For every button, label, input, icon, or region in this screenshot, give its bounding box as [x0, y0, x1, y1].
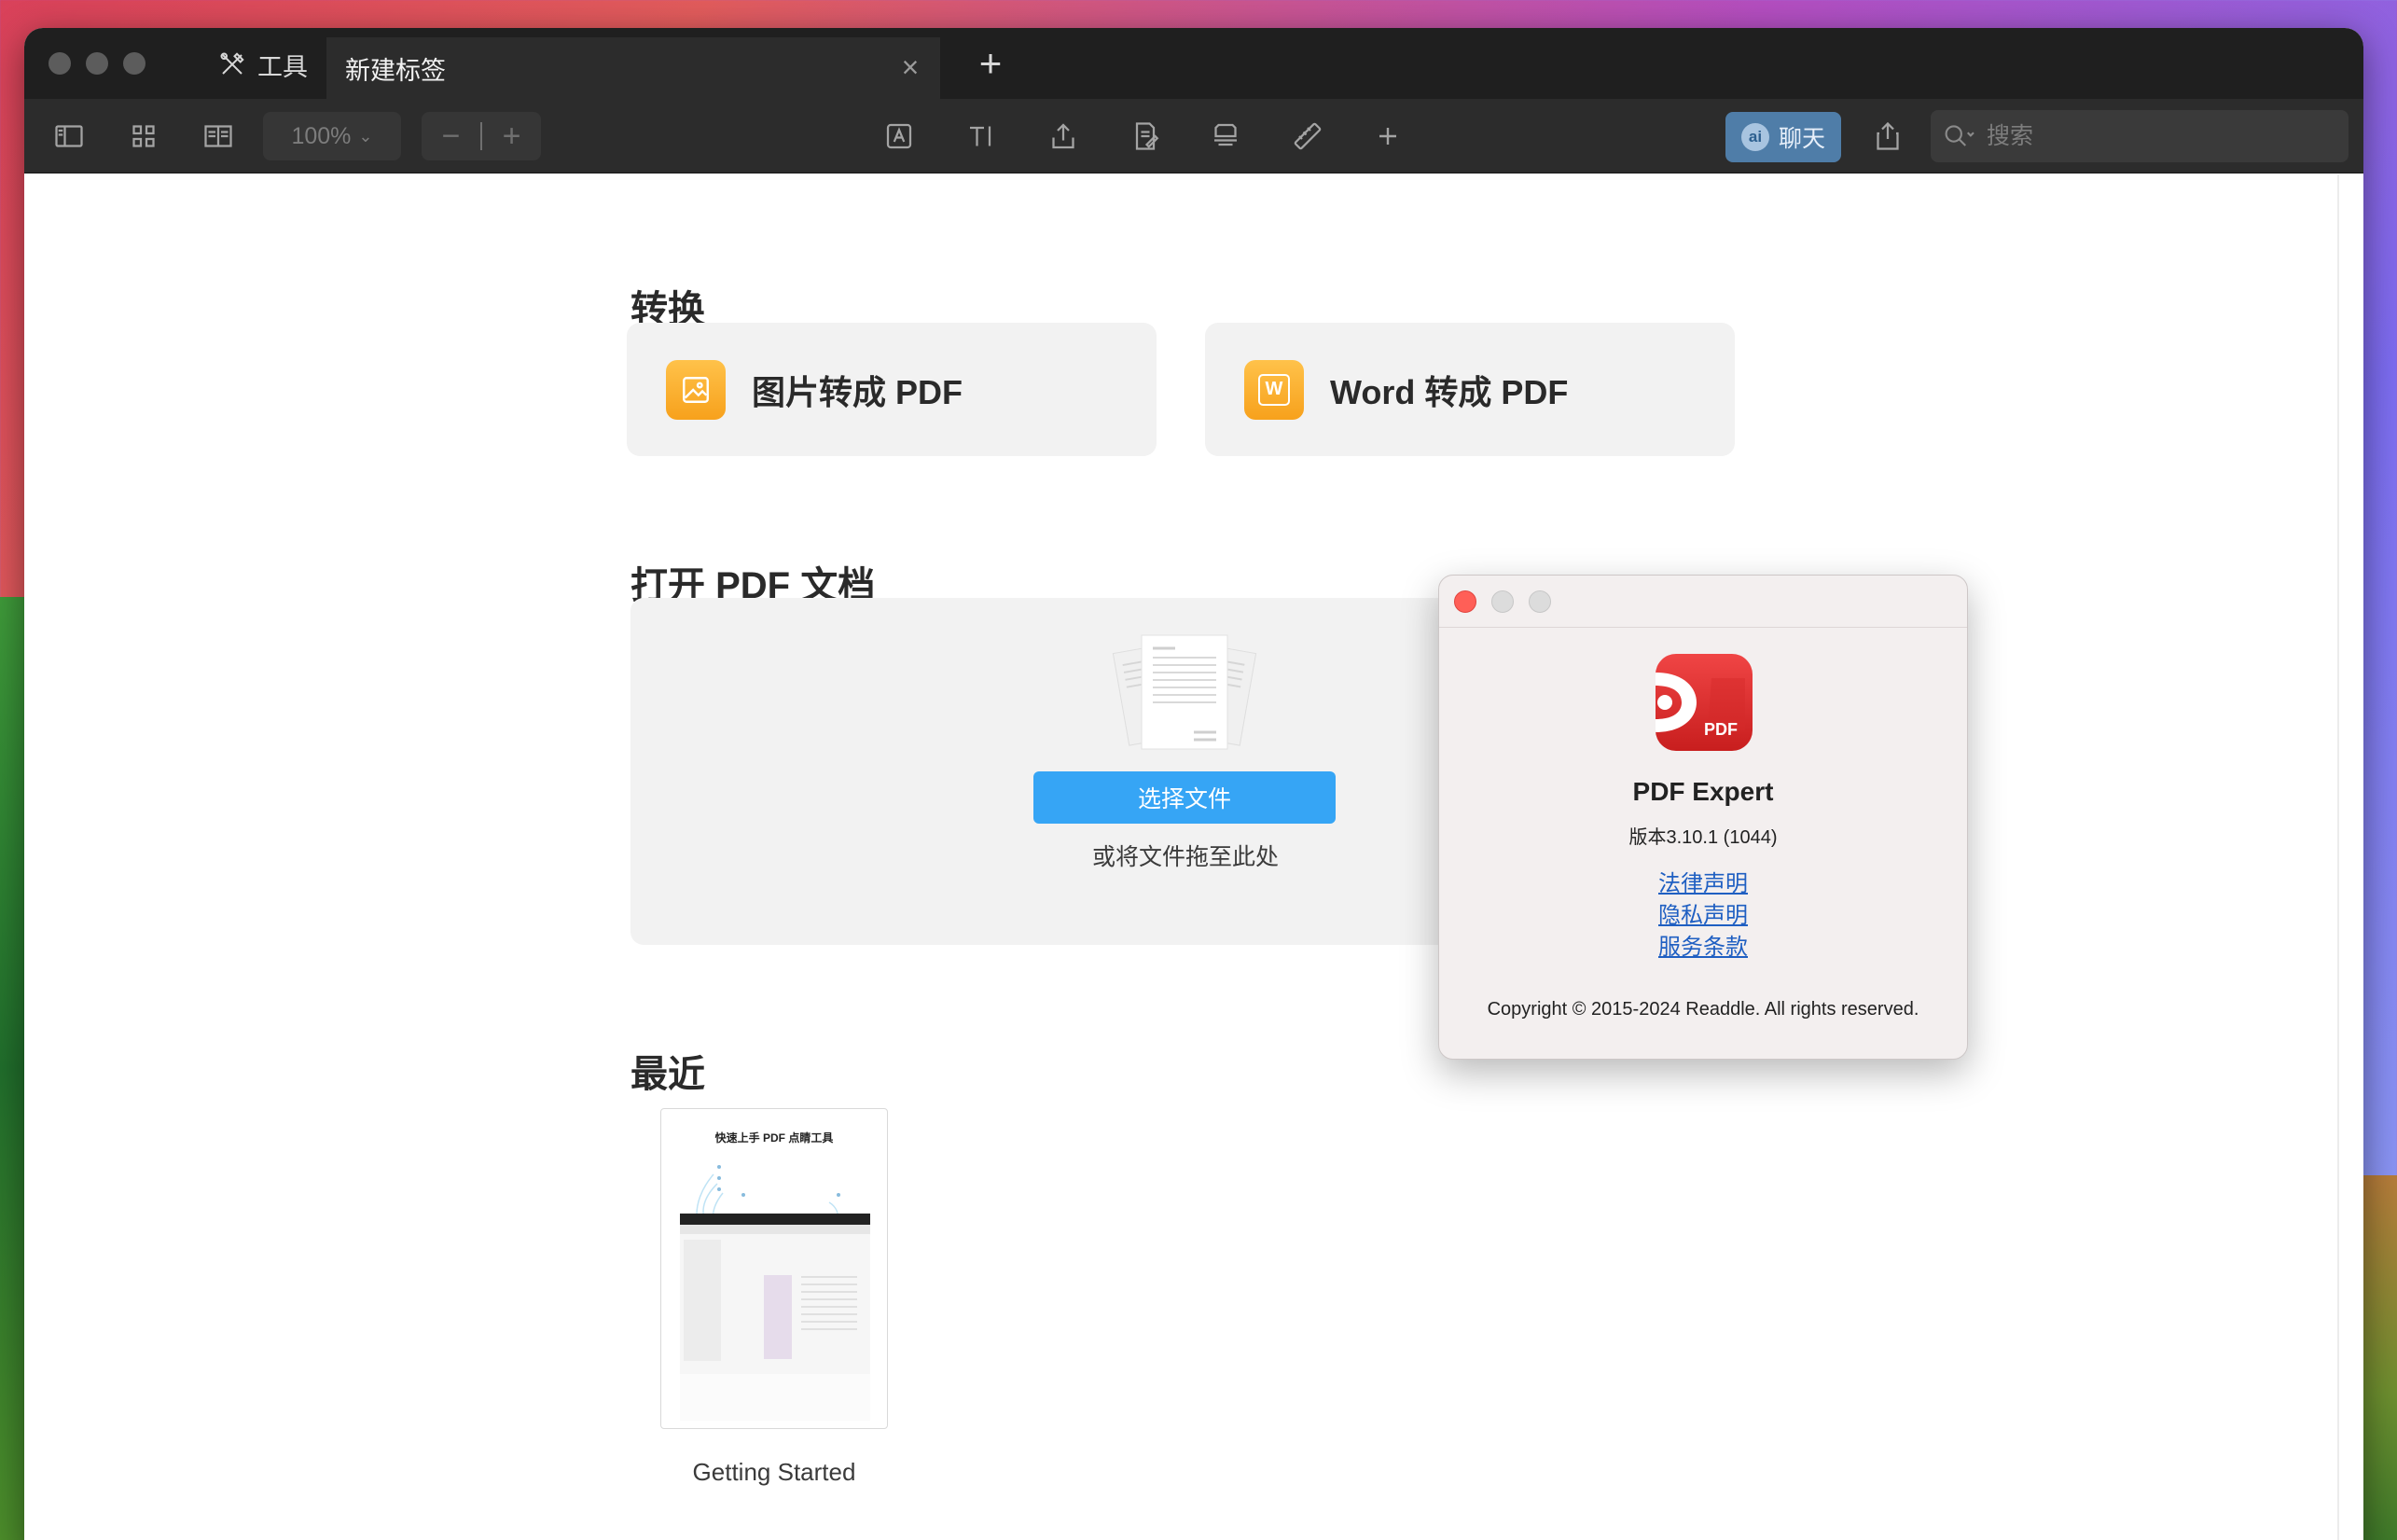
app-window: 工具 新建标签 × + 100% ⌄ − + ai 聊天 搜索 转换 图片转成 …	[24, 28, 2363, 1540]
close-window-button[interactable]	[48, 52, 71, 75]
recent-title: 最近	[630, 1054, 705, 1095]
tools-icon	[220, 52, 244, 75]
annotate-icon[interactable]	[1125, 118, 1166, 155]
zoom-in-button[interactable]: +	[482, 118, 541, 155]
ai-icon: ai	[1740, 123, 1769, 151]
ruler-icon[interactable]	[1287, 118, 1328, 155]
stamp-icon[interactable]	[1205, 118, 1246, 155]
zoom-stepper: − +	[422, 112, 541, 160]
image-to-pdf-card[interactable]: 图片转成 PDF	[627, 323, 1157, 456]
add-icon[interactable]	[1367, 118, 1408, 155]
search-field[interactable]	[1931, 110, 2349, 162]
recent-document-name[interactable]: Getting Started	[627, 1458, 921, 1487]
chevron-down-icon: ⌄	[358, 126, 373, 146]
about-version: 版本3.10.1 (1044)	[1628, 827, 1778, 848]
about-title-bar	[1439, 576, 1967, 628]
about-dialog: PDF PDF Expert 版本3.10.1 (1044) 法律声明 隐私声明…	[1438, 575, 1968, 1060]
about-copyright: Copyright © 2015-2024 Readdle. All right…	[1487, 999, 1919, 1020]
zoom-select[interactable]: 100% ⌄	[263, 112, 401, 160]
recent-document-thumbnail[interactable]: 快速上手 PDF 点睛工具	[660, 1108, 888, 1429]
text-cursor-icon[interactable]	[961, 118, 1002, 155]
word-icon: W	[1244, 359, 1304, 420]
window-controls	[48, 52, 145, 75]
thumbnail-preview	[680, 1165, 870, 1421]
text-box-icon[interactable]	[879, 118, 920, 155]
minimize-window-button[interactable]	[86, 52, 108, 75]
tab-tools[interactable]: 工具	[218, 41, 308, 88]
about-zoom-button	[1529, 590, 1551, 613]
toolbar: 100% ⌄ − + ai 聊天	[24, 99, 2363, 173]
legal-notice-link[interactable]: 法律声明	[1439, 865, 1967, 897]
drop-hint: 或将文件拖至此处	[1091, 844, 1279, 870]
about-close-button[interactable]	[1454, 590, 1476, 613]
zoom-value: 100%	[291, 122, 352, 149]
grid-icon[interactable]	[123, 118, 164, 155]
start-page: 转换 图片转成 PDF W Word 转成 PDF 打开 PDF 文档 选择文件…	[24, 174, 2363, 1540]
about-minimize-button	[1491, 590, 1514, 613]
sidebar-icon[interactable]	[48, 118, 90, 155]
title-bar: 工具 新建标签 × +	[24, 28, 2363, 99]
export-icon[interactable]	[1043, 118, 1084, 155]
word-icon-glyph: W	[1258, 373, 1290, 406]
close-tab-icon[interactable]: ×	[894, 50, 927, 84]
search-input[interactable]	[1987, 122, 2322, 150]
document-stack-icon	[1112, 634, 1257, 750]
image-icon	[666, 359, 726, 420]
privacy-link[interactable]: 隐私声明	[1439, 896, 1967, 929]
scrollbar[interactable]	[2337, 174, 2339, 1540]
zoom-out-button[interactable]: −	[422, 118, 480, 155]
image-to-pdf-label: 图片转成 PDF	[752, 372, 963, 411]
pdf-expert-logo: PDF	[1656, 654, 1753, 751]
tab-new[interactable]: 新建标签 ×	[326, 37, 940, 99]
terms-link[interactable]: 服务条款	[1439, 928, 1967, 961]
tab-tools-label: 工具	[257, 52, 308, 81]
about-app-name: PDF Expert	[1632, 777, 1774, 806]
zoom-window-button[interactable]	[123, 52, 145, 75]
reader-icon[interactable]	[198, 118, 239, 155]
chat-button[interactable]: ai 聊天	[1725, 112, 1841, 162]
logo-text: PDF	[1704, 720, 1738, 739]
search-icon	[1945, 125, 1974, 146]
share-icon[interactable]	[1867, 118, 1908, 155]
word-to-pdf-card[interactable]: W Word 转成 PDF	[1205, 323, 1735, 456]
add-tab-button[interactable]: +	[970, 44, 1011, 86]
choose-file-button[interactable]: 选择文件	[1033, 771, 1336, 824]
tab-new-label: 新建标签	[345, 56, 446, 85]
about-window-controls	[1454, 590, 1551, 613]
word-to-pdf-label: Word 转成 PDF	[1330, 372, 1569, 411]
chat-label: 聊天	[1778, 126, 1825, 152]
